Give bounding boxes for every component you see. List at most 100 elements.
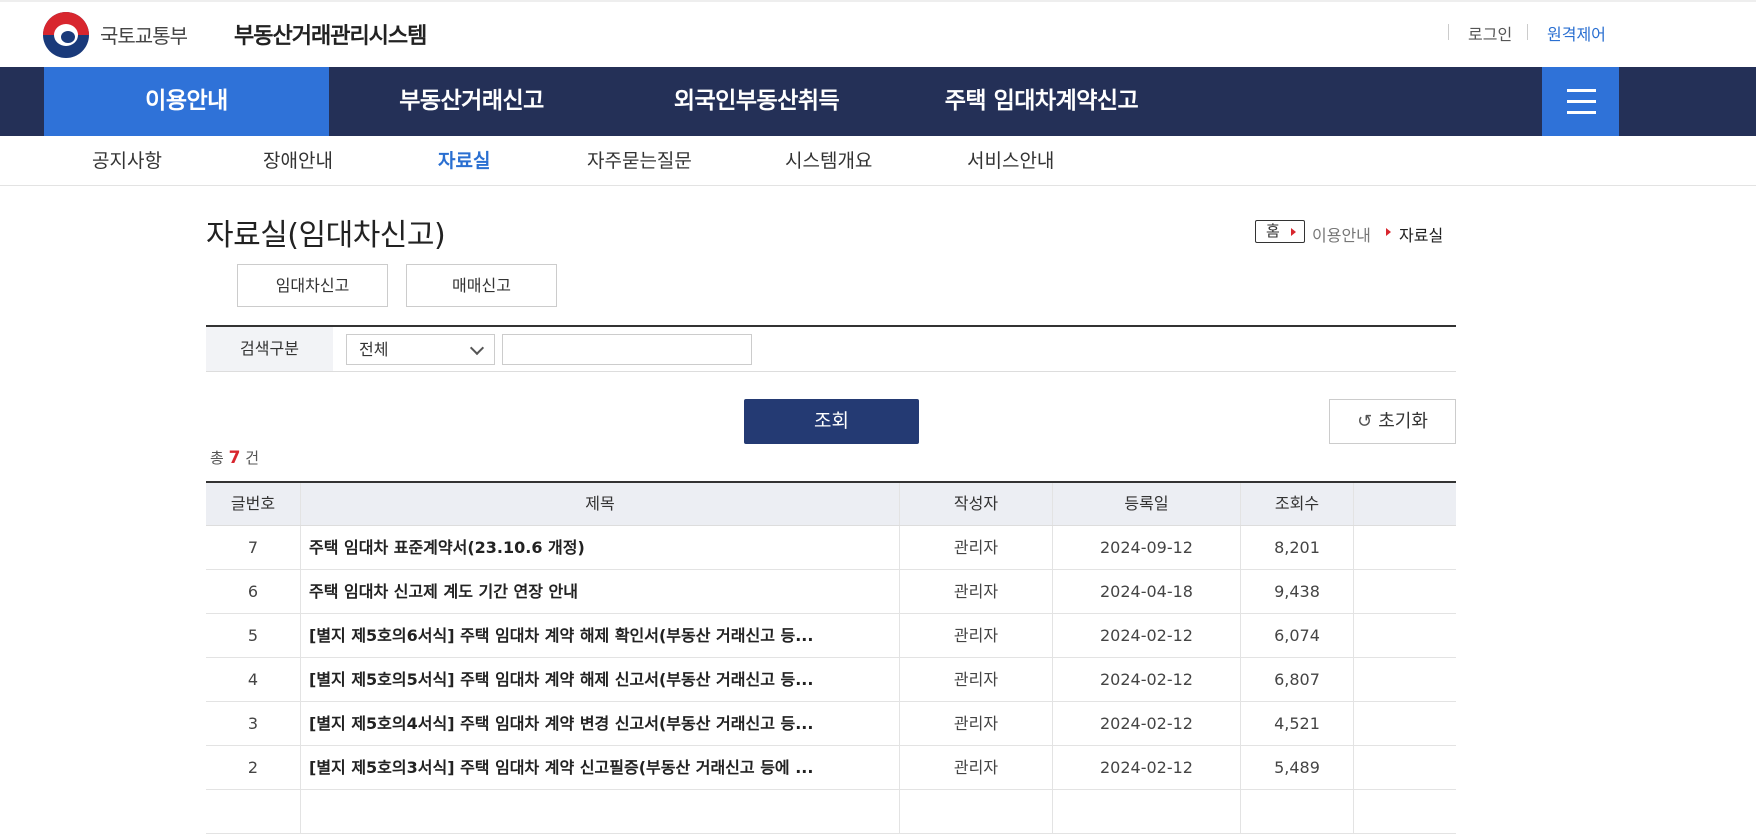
row-views: 4,521 <box>1241 702 1354 745</box>
row-date: 2024-02-12 <box>1053 702 1241 745</box>
top-header: 국토교통부 부동산거래관리시스템 로그인 원격제어 <box>0 0 1756 67</box>
row-date: 2024-02-12 <box>1053 658 1241 701</box>
row-title-link[interactable]: 주택 임대차 표준계약서(23.10.6 개정) <box>301 526 900 569</box>
tab-lease-report[interactable]: 임대차신고 <box>237 264 388 307</box>
caret-right-icon <box>1386 228 1391 236</box>
row-title-link[interactable]: [별지 제5호의6서식] 주택 임대차 계약 해제 확인서(부동산 거래신고 등… <box>301 614 900 657</box>
sub-nav-item-faq[interactable]: 자주묻는질문 <box>587 146 692 173</box>
row-author: 관리자 <box>900 746 1053 789</box>
row-title-link[interactable]: [별지 제5호의5서식] 주택 임대차 계약 해제 신고서(부동산 거래신고 등… <box>301 658 900 701</box>
row-extra <box>1354 526 1456 569</box>
breadcrumb-level2: 자료실 <box>1399 226 1444 245</box>
tab-sale-report[interactable]: 매매신고 <box>406 264 557 307</box>
caret-right-icon <box>1291 228 1296 236</box>
result-count: 총 7 건 <box>210 447 259 468</box>
page-title: 자료실(임대차신고) <box>206 218 446 253</box>
divider <box>1527 24 1528 40</box>
row-no: 2 <box>206 746 301 789</box>
table-row[interactable]: 4 [별지 제5호의5서식] 주택 임대차 계약 해제 신고서(부동산 거래신고… <box>206 658 1456 702</box>
row-date: 2024-02-12 <box>1053 614 1241 657</box>
reset-button-label: 초기화 <box>1378 411 1428 432</box>
count-value: 7 <box>228 448 241 468</box>
table-row[interactable]: 5 [별지 제5호의6서식] 주택 임대차 계약 해제 확인서(부동산 거래신고… <box>206 614 1456 658</box>
row-no <box>206 790 301 833</box>
row-author: 관리자 <box>900 526 1053 569</box>
sub-nav: 공지사항 장애안내 자료실 자주묻는질문 시스템개요 서비스안내 <box>0 136 1756 186</box>
row-author: 관리자 <box>900 702 1053 745</box>
main-nav-item-guide[interactable]: 이용안내 <box>44 67 329 136</box>
row-views: 8,201 <box>1241 526 1354 569</box>
search-panel: 검색구분 전체 <box>206 325 1456 372</box>
header-no: 글번호 <box>206 483 301 525</box>
header-views: 조회수 <box>1241 483 1354 525</box>
table-row[interactable] <box>206 790 1456 834</box>
table-header: 글번호 제목 작성자 등록일 조회수 <box>206 483 1456 526</box>
reset-button[interactable]: ↺ 초기화 <box>1329 399 1456 444</box>
chevron-down-icon <box>469 340 485 356</box>
header-author: 작성자 <box>900 483 1053 525</box>
row-no: 3 <box>206 702 301 745</box>
ministry-name[interactable]: 국토교통부 <box>100 20 188 49</box>
main-nav-item-trade-report[interactable]: 부동산거래신고 <box>329 67 614 136</box>
row-extra <box>1354 570 1456 613</box>
breadcrumb-home-label: 홈 <box>1266 222 1280 240</box>
divider <box>1448 24 1449 40</box>
search-input[interactable] <box>502 334 752 365</box>
main-nav-item-foreigner-acquisition[interactable]: 외국인부동산취득 <box>614 67 899 136</box>
sub-nav-item-outage[interactable]: 장애안내 <box>263 146 333 173</box>
main-nav-item-lease-report[interactable]: 주택 임대차계약신고 <box>899 67 1184 136</box>
system-name[interactable]: 부동산거래관리시스템 <box>234 18 427 50</box>
hamburger-icon[interactable] <box>1542 67 1619 136</box>
row-no: 5 <box>206 614 301 657</box>
sub-nav-item-archive[interactable]: 자료실 <box>438 146 490 173</box>
row-views <box>1241 790 1354 833</box>
header-extra <box>1354 483 1456 525</box>
row-no: 7 <box>206 526 301 569</box>
row-views: 6,807 <box>1241 658 1354 701</box>
row-views: 6,074 <box>1241 614 1354 657</box>
remote-control-link[interactable]: 원격제어 <box>1547 21 1606 45</box>
row-author: 관리자 <box>900 614 1053 657</box>
login-link[interactable]: 로그인 <box>1468 21 1512 45</box>
row-no: 6 <box>206 570 301 613</box>
breadcrumb-home[interactable]: 홈 <box>1255 220 1305 243</box>
row-date: 2024-04-18 <box>1053 570 1241 613</box>
table-row[interactable]: 3 [별지 제5호의4서식] 주택 임대차 계약 변경 신고서(부동산 거래신고… <box>206 702 1456 746</box>
table-row[interactable]: 6 주택 임대차 신고제 계도 기간 연장 안내 관리자 2024-04-18 … <box>206 570 1456 614</box>
ministry-emblem-icon[interactable] <box>43 12 89 58</box>
breadcrumb-level1[interactable]: 이용안내 <box>1312 222 1371 246</box>
row-title-link[interactable] <box>301 790 900 833</box>
row-title-link[interactable]: 주택 임대차 신고제 계도 기간 연장 안내 <box>301 570 900 613</box>
archive-table: 글번호 제목 작성자 등록일 조회수 7 주택 임대차 표준계약서(23.10.… <box>206 481 1456 834</box>
row-extra <box>1354 702 1456 745</box>
row-views: 9,438 <box>1241 570 1354 613</box>
main-nav: 이용안내 부동산거래신고 외국인부동산취득 주택 임대차계약신고 <box>0 67 1756 136</box>
table-row[interactable]: 2 [별지 제5호의3서식] 주택 임대차 계약 신고필증(부동산 거래신고 등… <box>206 746 1456 790</box>
search-type-value: 전체 <box>359 340 389 359</box>
row-extra <box>1354 614 1456 657</box>
row-title-link[interactable]: [별지 제5호의3서식] 주택 임대차 계약 신고필증(부동산 거래신고 등에 … <box>301 746 900 789</box>
sub-nav-item-notice[interactable]: 공지사항 <box>92 146 162 173</box>
search-type-label: 검색구분 <box>206 327 333 371</box>
row-extra <box>1354 790 1456 833</box>
count-prefix: 총 <box>210 449 224 467</box>
row-date <box>1053 790 1241 833</box>
row-date: 2024-02-12 <box>1053 746 1241 789</box>
row-title-link[interactable]: [별지 제5호의4서식] 주택 임대차 계약 변경 신고서(부동산 거래신고 등… <box>301 702 900 745</box>
header-title: 제목 <box>301 483 900 525</box>
table-row[interactable]: 7 주택 임대차 표준계약서(23.10.6 개정) 관리자 2024-09-1… <box>206 526 1456 570</box>
search-type-select[interactable]: 전체 <box>346 334 495 365</box>
row-views: 5,489 <box>1241 746 1354 789</box>
row-author: 관리자 <box>900 658 1053 701</box>
row-author: 관리자 <box>900 570 1053 613</box>
row-extra <box>1354 658 1456 701</box>
sub-nav-item-system-overview[interactable]: 시스템개요 <box>785 146 872 173</box>
row-date: 2024-09-12 <box>1053 526 1241 569</box>
count-suffix: 건 <box>245 449 260 467</box>
row-extra <box>1354 746 1456 789</box>
row-no: 4 <box>206 658 301 701</box>
sub-nav-item-service-guide[interactable]: 서비스안내 <box>967 146 1054 173</box>
row-author <box>900 790 1053 833</box>
query-button[interactable]: 조회 <box>744 399 919 444</box>
refresh-icon: ↺ <box>1357 411 1373 432</box>
